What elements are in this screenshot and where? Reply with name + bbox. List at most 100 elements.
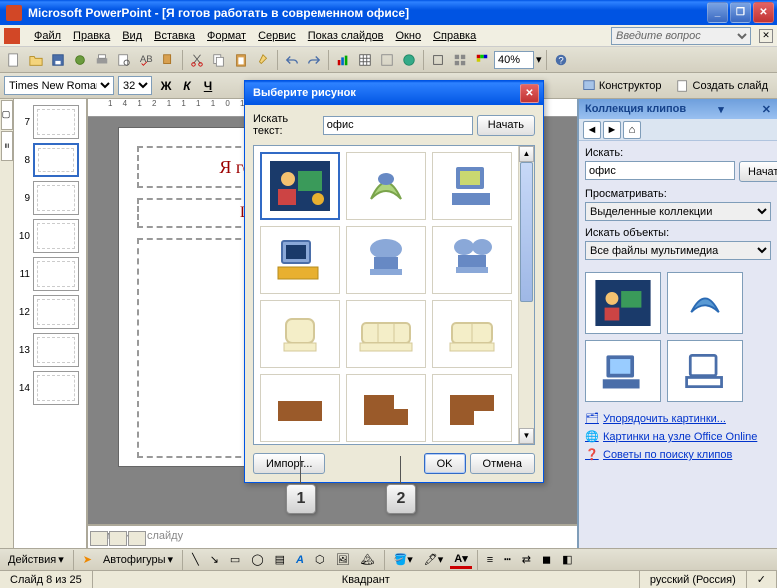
organize-link[interactable]: 🗂Упорядочить картинки... <box>585 410 771 428</box>
dialog-titlebar[interactable]: Выберите рисунок ✕ <box>245 81 543 105</box>
dialog-search-input[interactable] <box>323 116 473 135</box>
clip-sofa-single[interactable] <box>260 300 340 368</box>
bold-button[interactable]: Ж <box>156 76 176 96</box>
nav-forward-icon[interactable]: ► <box>603 121 621 139</box>
menu-help[interactable]: Справка <box>427 28 482 44</box>
font-color-icon[interactable]: A▾ <box>450 551 471 569</box>
oval-icon[interactable]: ◯ <box>247 551 267 569</box>
clip-computer[interactable] <box>432 152 512 220</box>
doc-close-button[interactable]: ✕ <box>759 29 773 43</box>
3d-icon[interactable]: ◧ <box>558 551 576 569</box>
expand-icon[interactable] <box>428 50 448 70</box>
menu-view[interactable]: Вид <box>116 28 148 44</box>
notes-pane[interactable]: Заметки к слайду <box>88 524 577 548</box>
color-icon[interactable] <box>472 50 492 70</box>
open-icon[interactable] <box>26 50 46 70</box>
dialog-scrollbar[interactable]: ▲ ▼ <box>518 146 534 444</box>
permission-icon[interactable] <box>70 50 90 70</box>
chart-icon[interactable] <box>333 50 353 70</box>
wordart-icon[interactable]: A <box>292 551 308 569</box>
menu-file[interactable]: Файл <box>28 28 67 44</box>
dialog-close-button[interactable]: ✕ <box>520 84 539 103</box>
cancel-button[interactable]: Отмена <box>470 453 535 474</box>
tips-link[interactable]: ❓Советы по поиску клипов <box>585 446 771 464</box>
clip-mouse[interactable] <box>346 152 426 220</box>
result-clip-1[interactable] <box>585 272 661 334</box>
tables-borders-icon[interactable] <box>377 50 397 70</box>
menu-insert[interactable]: Вставка <box>148 28 201 44</box>
document-icon[interactable] <box>4 28 20 44</box>
clip-desk-l[interactable] <box>346 374 426 442</box>
copy-icon[interactable] <box>209 50 229 70</box>
search-input[interactable] <box>585 161 735 180</box>
nav-back-icon[interactable]: ◄ <box>583 121 601 139</box>
select-arrow-icon[interactable]: ➤ <box>79 551 96 569</box>
underline-button[interactable]: Ч <box>198 76 218 96</box>
thumb-10[interactable]: 10 <box>14 217 86 255</box>
print-icon[interactable] <box>92 50 112 70</box>
textbox-icon[interactable]: ▤ <box>271 551 289 569</box>
import-button[interactable]: Импорт... <box>253 453 325 474</box>
objects-select[interactable]: Все файлы мультимедиа <box>585 241 771 260</box>
clip-computer-outline[interactable] <box>260 226 340 294</box>
thumb-11[interactable]: 11 <box>14 255 86 293</box>
cut-icon[interactable] <box>187 50 207 70</box>
result-clip-4[interactable] <box>667 340 743 402</box>
shadow-icon[interactable]: ◼ <box>538 551 555 569</box>
clip-chair-side[interactable] <box>432 226 512 294</box>
search-start-button[interactable]: Начать <box>739 161 777 182</box>
new-slide-button[interactable]: * Создать слайд <box>671 76 773 96</box>
font-select[interactable]: Times New Roman <box>4 76 114 95</box>
spellcheck-icon[interactable]: ABC <box>136 50 156 70</box>
clip-sofa-double[interactable] <box>432 300 512 368</box>
scroll-down-icon[interactable]: ▼ <box>519 428 534 444</box>
status-spellcheck-icon[interactable]: ✓ <box>747 571 777 588</box>
menu-slideshow[interactable]: Показ слайдов <box>302 28 390 44</box>
scroll-thumb[interactable] <box>520 162 533 302</box>
nav-home-icon[interactable]: ⌂ <box>623 121 641 139</box>
menu-format[interactable]: Формат <box>201 28 252 44</box>
zoom-dropdown-icon[interactable]: ▾ <box>536 53 542 66</box>
browse-select[interactable]: Выделенные коллекции <box>585 202 771 221</box>
font-size-select[interactable]: 32 <box>118 76 152 95</box>
maximize-button[interactable]: ❐ <box>730 2 751 23</box>
result-clip-3[interactable] <box>585 340 661 402</box>
line-color-icon[interactable]: 🖊▾ <box>420 551 448 569</box>
line-style-icon[interactable]: ≡ <box>483 551 497 569</box>
clipart-icon[interactable]: 🖼 <box>332 551 354 569</box>
minimize-button[interactable]: _ <box>707 2 728 23</box>
thumb-8[interactable]: 8 <box>14 141 86 179</box>
fill-color-icon[interactable]: 🪣▾ <box>390 551 417 569</box>
undo-icon[interactable] <box>282 50 302 70</box>
table-icon[interactable] <box>355 50 375 70</box>
menu-window[interactable]: Окно <box>390 28 428 44</box>
ok-button[interactable]: OK <box>424 453 466 474</box>
actions-menu[interactable]: Действия ▾ <box>4 551 68 569</box>
thumb-13[interactable]: 13 <box>14 331 86 369</box>
diagram-icon[interactable]: ⬡ <box>311 551 329 569</box>
clip-chair-front[interactable] <box>346 226 426 294</box>
grid-icon[interactable] <box>450 50 470 70</box>
thumb-7[interactable]: 7 <box>14 103 86 141</box>
redo-icon[interactable] <box>304 50 324 70</box>
line-icon[interactable]: ╲ <box>188 551 203 569</box>
research-icon[interactable] <box>158 50 178 70</box>
thumb-9[interactable]: 9 <box>14 179 86 217</box>
dialog-start-button[interactable]: Начать <box>477 115 535 136</box>
close-button[interactable]: ✕ <box>753 2 774 23</box>
arrow-icon[interactable]: ↘ <box>206 551 223 569</box>
arrow-style-icon[interactable]: ⇄ <box>518 551 535 569</box>
format-painter-icon[interactable] <box>253 50 273 70</box>
taskpane-close-icon[interactable]: ✕ <box>762 103 771 116</box>
preview-icon[interactable] <box>114 50 134 70</box>
autoshapes-menu[interactable]: Автофигуры ▾ <box>99 551 177 569</box>
help-search[interactable]: Введите вопрос <box>611 27 751 45</box>
picture-icon[interactable]: 🏔 <box>357 551 379 569</box>
sorter-view-button[interactable] <box>109 531 127 546</box>
scroll-up-icon[interactable]: ▲ <box>519 146 534 162</box>
clip-person-computer[interactable] <box>260 152 340 220</box>
help-icon[interactable]: ? <box>551 50 571 70</box>
designer-button[interactable]: Конструктор <box>577 76 667 96</box>
hyperlink-icon[interactable] <box>399 50 419 70</box>
thumb-12[interactable]: 12 <box>14 293 86 331</box>
